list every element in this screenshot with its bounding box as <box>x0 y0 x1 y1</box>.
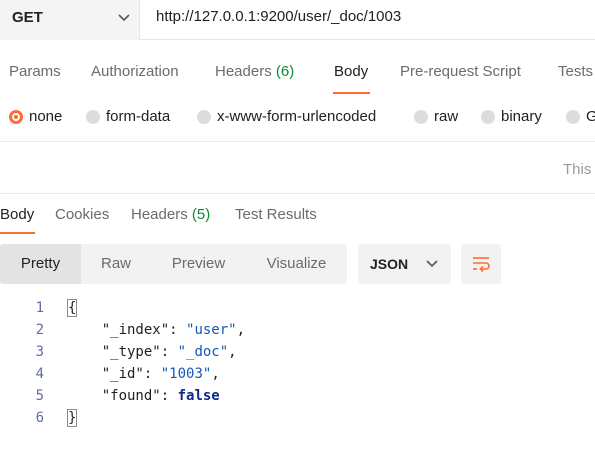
active-response-tab-indicator <box>0 232 35 234</box>
view-preview-button[interactable]: Preview <box>151 244 246 284</box>
code-line: 1 { <box>0 297 595 319</box>
code-line: 4 "_id": "1003", <box>0 363 595 385</box>
line-number: 6 <box>35 410 44 426</box>
response-tab-headers[interactable]: Headers (5) <box>131 206 210 223</box>
method-label: GET <box>12 9 43 26</box>
active-tab-indicator <box>333 92 370 94</box>
json-value: "_doc" <box>177 344 229 360</box>
wrap-lines-button[interactable] <box>461 244 501 284</box>
radio-icon <box>566 110 580 124</box>
chevron-down-icon <box>426 260 438 268</box>
body-type-options: none form-data x-www-form-urlencoded raw… <box>0 102 595 132</box>
line-number: 5 <box>35 388 44 404</box>
json-key: "_type" <box>101 344 161 360</box>
json-key: "_id" <box>101 366 144 382</box>
wrap-lines-icon <box>473 257 490 273</box>
tab-tests[interactable]: Tests <box>558 63 593 80</box>
body-empty-hint: This <box>563 161 592 178</box>
json-value: false <box>177 388 220 404</box>
line-number: 3 <box>35 344 44 360</box>
request-bar: GET http://127.0.0.1:9200/user/_doc/1003 <box>0 0 595 40</box>
response-tab-body[interactable]: Body <box>0 206 34 223</box>
format-select[interactable]: JSON <box>358 244 451 284</box>
headers-count: (6) <box>275 63 295 80</box>
tab-headers[interactable]: Headers (6) <box>215 63 294 80</box>
radio-icon <box>197 110 211 124</box>
radio-icon <box>414 110 428 124</box>
response-tabs: Body Cookies Headers (5) Test Results <box>0 200 595 236</box>
code-line: 2 "_index": "user", <box>0 319 595 341</box>
response-code-view[interactable]: 1 { 2 "_index": "user", 3 "_type": "_doc… <box>0 296 595 436</box>
line-number: 1 <box>35 300 44 316</box>
radio-selected-icon <box>9 110 23 124</box>
line-number: 2 <box>35 322 44 338</box>
line-number: 4 <box>35 366 44 382</box>
code-line: 5 "found": false <box>0 385 595 407</box>
format-label: JSON <box>370 256 409 272</box>
response-headers-count: (5) <box>191 206 211 223</box>
url-input[interactable]: http://127.0.0.1:9200/user/_doc/1003 <box>156 8 401 25</box>
json-value: "1003" <box>160 366 212 382</box>
tab-params[interactable]: Params <box>9 63 61 80</box>
request-tabs: Params Authorization Headers (6) Body Pr… <box>0 54 595 94</box>
code-line: 3 "_type": "_doc", <box>0 341 595 363</box>
view-pretty-button[interactable]: Pretty <box>0 244 81 284</box>
json-key: "_index" <box>101 322 170 338</box>
response-tab-cookies[interactable]: Cookies <box>55 206 109 223</box>
tab-pre-request-script[interactable]: Pre-request Script <box>400 63 521 80</box>
json-key: "found" <box>101 388 161 404</box>
tab-authorization[interactable]: Authorization <box>91 63 179 80</box>
close-brace: } <box>66 409 78 427</box>
chevron-down-icon <box>118 14 130 22</box>
view-raw-button[interactable]: Raw <box>81 244 151 284</box>
method-select[interactable]: GET <box>0 0 140 40</box>
divider <box>0 193 595 194</box>
view-visualize-button[interactable]: Visualize <box>246 244 347 284</box>
json-value: "user" <box>186 322 237 338</box>
radio-icon <box>481 110 495 124</box>
tab-body[interactable]: Body <box>334 63 368 80</box>
open-brace: { <box>66 299 78 317</box>
radio-icon <box>86 110 100 124</box>
response-tab-test-results[interactable]: Test Results <box>235 206 317 223</box>
view-mode-group: Pretty Raw Preview Visualize <box>0 244 347 284</box>
code-line: 6 } <box>0 407 595 429</box>
divider <box>0 141 595 142</box>
